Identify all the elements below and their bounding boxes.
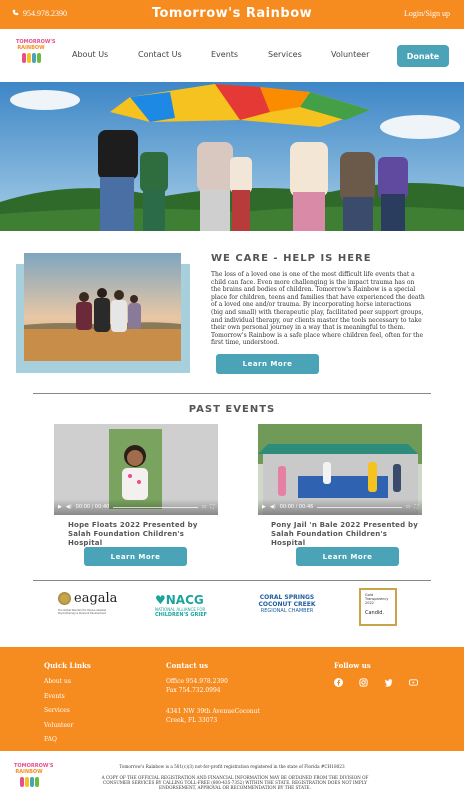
fax-number: Fax 754.732.0994 (166, 687, 221, 694)
instagram-icon[interactable] (359, 678, 368, 687)
fullscreen-icon[interactable]: ⛶ (210, 504, 214, 510)
nav-contact-us[interactable]: Contact Us (138, 50, 182, 59)
video-controls-1: ▶ ◀) 00:00 / 00:40 ▭ ⛶ (54, 499, 218, 515)
contact-heading: Contact us (166, 661, 209, 670)
video-progress-bar[interactable] (113, 506, 198, 508)
heart-icon: ♥ (155, 593, 166, 607)
captions-icon[interactable]: ▭ (406, 504, 411, 510)
legal-section: TOMORROW'S RAINBOW Tomorrow's Rainbow is… (0, 751, 464, 807)
site-footer: Quick Links About us Events Services Vol… (0, 647, 464, 751)
volume-icon[interactable]: ◀) (66, 504, 72, 510)
candid-line-4: Candid. (365, 610, 385, 616)
address-line-2: Creek, FL 33073 (166, 717, 218, 724)
eagala-tagline: The Global Standard for Equine Assisted … (58, 609, 107, 615)
chamber-line-3: REGIONAL CHAMBER (260, 608, 314, 614)
care-heading: WE CARE - HELP IS HERE (211, 253, 372, 264)
facebook-icon[interactable] (334, 678, 343, 687)
twitter-icon[interactable] (384, 678, 393, 687)
captions-icon[interactable]: ▭ (202, 504, 207, 510)
nacg-logo[interactable]: ♥ NACG NATIONAL ALLIANCE FOR CHILDREN'S … (155, 593, 221, 623)
section-divider (33, 393, 431, 394)
site-logo[interactable]: TOMORROW'S RAINBOW (16, 39, 56, 69)
chamber-line-2: COCONUT CREEK (258, 601, 316, 608)
candid-line-3: 2022 (365, 601, 374, 605)
footer-link-about[interactable]: About us (44, 678, 91, 685)
video-time-1: 00:00 / 00:40 (75, 504, 110, 510)
nav-services[interactable]: Services (268, 50, 302, 59)
nav-volunteer[interactable]: Volunteer (331, 50, 369, 59)
volume-icon[interactable]: ◀) (270, 504, 276, 510)
follow-column: Follow us (334, 661, 418, 687)
footer-link-faq[interactable]: FAQ (44, 736, 91, 743)
nav-about-us[interactable]: About Us (72, 50, 108, 59)
event-2-learn-more-button[interactable]: Learn More (296, 547, 399, 566)
play-icon[interactable]: ▶ (262, 504, 266, 510)
office-phone[interactable]: Office 954.978.2390 (166, 678, 260, 685)
logo-figures (14, 777, 44, 787)
nonprofit-note: Tomorrow's Rainbow is a 501(c)(3) not-fo… (119, 764, 345, 769)
eagala-logo[interactable]: eagala The Global Standard for Equine As… (58, 591, 124, 623)
candid-seal[interactable]: Gold Transparency 2022 Candid. (359, 588, 397, 626)
footer-link-volunteer[interactable]: Volunteer (44, 722, 91, 729)
play-icon[interactable]: ▶ (58, 504, 62, 510)
youtube-icon[interactable] (409, 678, 418, 687)
hero-image (0, 82, 464, 231)
quick-links-heading: Quick Links (44, 661, 91, 670)
nacg-sub-2: CHILDREN'S GRIEF (155, 612, 208, 618)
login-signup-link[interactable]: Login/Sign up (404, 9, 450, 18)
care-body-text: The loss of a loved one is one of the mo… (211, 271, 425, 347)
footer-link-services[interactable]: Services (44, 707, 91, 714)
eagala-name: eagala (74, 591, 118, 606)
video-progress-bar[interactable] (317, 506, 402, 508)
event-video-1[interactable]: ▶ ◀) 00:00 / 00:40 ▭ ⛶ (54, 424, 218, 515)
footer-link-events[interactable]: Events (44, 693, 91, 700)
nacg-name: NACG (165, 593, 204, 607)
event-1-learn-more-button[interactable]: Learn More (84, 547, 187, 566)
site-brand[interactable]: Tomorrow's Rainbow (0, 6, 464, 21)
event-video-2[interactable]: ▶ ◀) 00:00 / 00:46 ▭ ⛶ (258, 424, 422, 515)
address-line-1: 4341 NW 39th AvenueCoconut (166, 708, 260, 715)
chamber-line-1: CORAL SPRINGS (259, 594, 315, 601)
top-bar: 954.978.2390 Tomorrow's Rainbow Login/Si… (0, 0, 464, 29)
contact-column: Contact us Office 954.978.2390 Fax 754.7… (166, 661, 260, 732)
quick-links-column: Quick Links About us Events Services Vol… (44, 661, 91, 751)
registration-disclaimer: A COPY OF THE OFFICIAL REGISTRATION AND … (101, 775, 369, 791)
event-caption-2: Pony Jail 'n Bale 2022 Presented by Sala… (271, 521, 418, 547)
fullscreen-icon[interactable]: ⛶ (414, 504, 418, 510)
main-navbar: TOMORROW'S RAINBOW About Us Contact Us E… (0, 29, 464, 82)
logo-figures (16, 53, 46, 63)
eagala-emblem-icon (58, 592, 71, 605)
video-controls-2: ▶ ◀) 00:00 / 00:46 ▭ ⛶ (258, 499, 422, 515)
care-photo (24, 253, 181, 361)
event-caption-1: Hope Floats 2022 Presented by Salah Foun… (68, 521, 198, 547)
chamber-logo[interactable]: CORAL SPRINGS COCONUT CREEK REGIONAL CHA… (250, 594, 324, 622)
nav-events[interactable]: Events (211, 50, 238, 59)
past-events-heading: PAST EVENTS (188, 404, 276, 415)
follow-heading: Follow us (334, 661, 371, 670)
section-divider (33, 580, 431, 581)
video-time-2: 00:00 / 00:46 (279, 504, 314, 510)
care-learn-more-button[interactable]: Learn More (216, 354, 319, 374)
donate-button[interactable]: Donate (397, 45, 449, 67)
